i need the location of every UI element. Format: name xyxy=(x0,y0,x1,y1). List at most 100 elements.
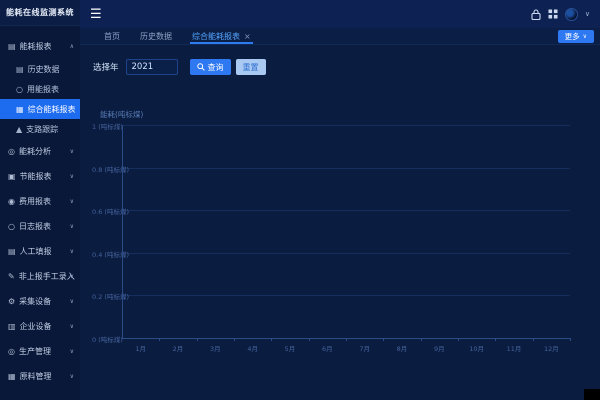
sidebar-item-branch-tracking[interactable]: ▲ 支路跟踪 xyxy=(0,119,80,139)
search-icon xyxy=(197,63,205,71)
x-tick-mark xyxy=(495,338,496,341)
sidebar-item-cost-report[interactable]: ◉ 费用报表 ∨ xyxy=(0,189,80,214)
x-tick-mark xyxy=(533,338,534,341)
x-tick-mark xyxy=(309,338,310,341)
x-tick-label: 11月 xyxy=(500,343,528,353)
sidebar-item-log-report[interactable]: ○日志报表∨ xyxy=(0,214,80,239)
chevron-down-icon: ∨ xyxy=(70,173,74,180)
sidebar-item-collection-devices[interactable]: ⚙ 采集设备 ∨ xyxy=(0,289,80,314)
y-tick-label: 0.8 (吨标煤) xyxy=(92,164,120,174)
energy-chart: 能耗(吨标煤) 1 (吨标煤)0.8 (吨标煤)0.6 (吨标煤)0.4 (吨标… xyxy=(90,95,585,370)
sidebar-item-label: 日志报表 xyxy=(19,221,51,232)
x-tick-mark xyxy=(458,338,459,341)
query-form: 选择年 查询 重置 xyxy=(93,59,266,75)
gridline xyxy=(122,253,570,254)
sidebar-item-label: 用能报表 xyxy=(27,84,59,95)
close-tab-icon[interactable]: × xyxy=(244,32,251,41)
app-root: 能耗在线监测系统 ▤能耗报表∧ ▤ 历史数据 ○ 用能报表 ▦综合能耗报表 ▲ 支路跟踪 ◎ 能耗… xyxy=(0,0,600,400)
x-tick-mark xyxy=(271,338,272,341)
x-tick-mark xyxy=(383,338,384,341)
device-icon: ▥ xyxy=(8,322,16,331)
sidebar-item-label: 历史数据 xyxy=(28,64,60,75)
sidebar-item-energy-use-report[interactable]: ○ 用能报表 xyxy=(0,79,80,99)
sidebar-item-label: 企业设备 xyxy=(20,321,52,332)
sidebar-item-manual-entry[interactable]: ▤人工填报∨ xyxy=(0,239,80,264)
reset-button[interactable]: 重置 xyxy=(236,59,266,75)
sidebar-item-label: 费用报表 xyxy=(19,196,51,207)
tab-comprehensive-energy-report[interactable]: 综合能耗报表 × xyxy=(182,28,261,44)
sidebar-item-material-management[interactable]: ▦原料管理∨ xyxy=(0,364,80,389)
x-tick-label: 4月 xyxy=(239,343,267,353)
sidebar-nav: ▤能耗报表∧ ▤ 历史数据 ○ 用能报表 ▦综合能耗报表 ▲ 支路跟踪 ◎ 能耗分析 ∨ ▣ 节能报表 ∨… xyxy=(0,26,80,389)
analysis-icon: ◎ xyxy=(8,147,15,156)
y-tick-label: 0.2 (吨标煤) xyxy=(92,291,120,301)
x-tick-mark xyxy=(197,338,198,341)
sidebar-item-label: 能耗分析 xyxy=(19,146,51,157)
x-tick-mark xyxy=(570,338,571,341)
sidebar-item-history-data[interactable]: ▤ 历史数据 xyxy=(0,59,80,79)
sidebar-item-label: 综合能耗报表 xyxy=(28,104,76,115)
chevron-down-icon: ∨ xyxy=(583,33,587,40)
gear-icon: ⚙ xyxy=(8,297,15,306)
y-axis-line xyxy=(122,125,123,338)
fullscreen-grid-icon[interactable] xyxy=(548,9,558,19)
query-button[interactable]: 查询 xyxy=(190,59,231,75)
sidebar-item-enterprise-devices[interactable]: ▥企业设备∨ xyxy=(0,314,80,339)
top-header: ☰ ∨ xyxy=(80,0,600,28)
more-button[interactable]: 更多 ∨ xyxy=(558,30,594,43)
sidebar-item-production-management[interactable]: ◎生产管理∨ xyxy=(0,339,80,364)
tab-bar: 首页 历史数据 综合能耗报表 × 更多 ∨ xyxy=(80,28,600,45)
x-tick-label: 2月 xyxy=(164,343,192,353)
y-tick-label: 1 (吨标煤) xyxy=(92,121,120,131)
x-tick-label: 9月 xyxy=(425,343,453,353)
triangle-icon: ▲ xyxy=(16,125,22,134)
tab-label: 历史数据 xyxy=(140,31,172,42)
user-avatar[interactable] xyxy=(565,8,578,21)
x-tick-label: 10月 xyxy=(463,343,491,353)
coin-icon: ◉ xyxy=(8,197,15,206)
year-input[interactable] xyxy=(126,59,178,75)
y-tick-label: 0 (吨标煤) xyxy=(92,334,120,344)
plot-area: 1 (吨标煤)0.8 (吨标煤)0.6 (吨标煤)0.4 (吨标煤)0.2 (吨… xyxy=(90,95,585,370)
sidebar-item-energy-report[interactable]: ▤能耗报表∧ xyxy=(0,34,80,59)
sidebar-item-label: 非上报手工录入 xyxy=(19,271,75,282)
gridline xyxy=(122,168,570,169)
lock-icon[interactable] xyxy=(531,9,541,20)
sidebar-item-label: 支路跟踪 xyxy=(26,124,58,135)
sidebar-item-offline-manual-input[interactable]: ✎非上报手工录入∨ xyxy=(0,264,80,289)
sidebar-item-label: 节能报表 xyxy=(20,171,52,182)
x-tick-mark xyxy=(421,338,422,341)
header-actions: ∨ xyxy=(531,8,590,21)
drop-icon: ○ xyxy=(16,85,23,94)
y-tick-label: 0.4 (吨标煤) xyxy=(92,249,120,259)
sidebar-item-label: 采集设备 xyxy=(19,296,51,307)
select-year-label: 选择年 xyxy=(93,61,119,73)
target-icon: ◎ xyxy=(8,347,15,356)
form-icon: ▤ xyxy=(8,247,16,256)
chevron-down-icon: ∨ xyxy=(70,298,74,305)
menu-toggle-icon[interactable]: ☰ xyxy=(90,8,102,21)
document-icon: ▤ xyxy=(16,65,24,74)
user-menu-chevron-icon[interactable]: ∨ xyxy=(585,10,590,18)
tab-label: 首页 xyxy=(104,31,120,42)
chevron-down-icon: ∨ xyxy=(70,198,74,205)
tab-home[interactable]: 首页 xyxy=(94,28,130,44)
screen-corner-artifact xyxy=(584,389,600,400)
tab-label: 综合能耗报表 xyxy=(192,31,240,42)
x-tick-label: 6月 xyxy=(313,343,341,353)
sidebar: 能耗在线监测系统 ▤能耗报表∧ ▤ 历史数据 ○ 用能报表 ▦综合能耗报表 ▲ 支路跟踪 ◎ 能耗… xyxy=(0,0,80,400)
chevron-up-icon: ∧ xyxy=(70,43,74,50)
chevron-down-icon: ∨ xyxy=(70,223,74,230)
x-tick-label: 3月 xyxy=(201,343,229,353)
gridline xyxy=(122,210,570,211)
gridline xyxy=(122,125,570,126)
chevron-down-icon: ∨ xyxy=(70,373,74,380)
tab-history-data[interactable]: 历史数据 xyxy=(130,28,182,44)
sidebar-item-energy-analysis[interactable]: ◎能耗分析∨ xyxy=(0,139,80,164)
pencil-icon: ✎ xyxy=(8,272,15,281)
badge-icon: ▣ xyxy=(8,172,16,181)
sidebar-item-comprehensive-energy-report[interactable]: ▦综合能耗报表 xyxy=(0,99,80,119)
sidebar-item-energy-saving-report[interactable]: ▣ 节能报表 ∨ xyxy=(0,164,80,189)
app-title: 能耗在线监测系统 xyxy=(0,0,80,26)
chevron-down-icon: ∨ xyxy=(70,248,74,255)
